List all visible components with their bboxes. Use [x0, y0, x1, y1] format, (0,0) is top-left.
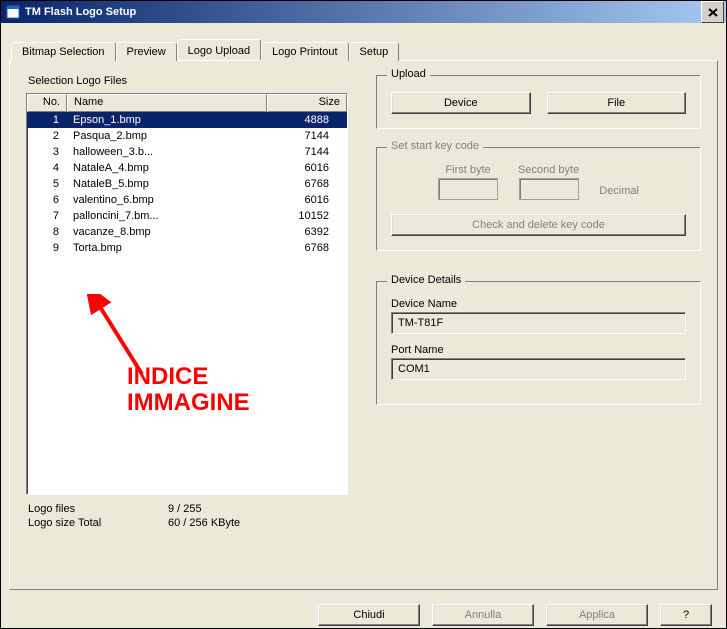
second-byte-input [519, 178, 579, 200]
cell-no: 4 [27, 160, 67, 176]
cell-name: palloncini_7.bm... [67, 208, 257, 224]
logo-file-list[interactable]: No. Name Size 1Epson_1.bmp48882Pasqua_2.… [26, 93, 348, 495]
col-no[interactable]: No. [27, 94, 67, 112]
apply-button: Applica [546, 604, 648, 626]
list-row[interactable]: 5NataleB_5.bmp6768 [27, 176, 347, 192]
list-row[interactable]: 3halloween_3.b...7144 [27, 144, 347, 160]
keycode-title: Set start key code [387, 140, 483, 152]
cell-name: valentino_6.bmp [67, 192, 257, 208]
cell-name: Pasqua_2.bmp [67, 128, 257, 144]
tab-panel: Selection Logo Files No. Name Size 1Epso… [9, 60, 718, 590]
cell-size: 10152 [257, 208, 337, 224]
list-row[interactable]: 9Torta.bmp6768 [27, 240, 347, 256]
device-details-groupbox: Device Details Device Name TM-T81F Port … [376, 281, 701, 405]
stats-total-label: Logo size Total [28, 517, 168, 529]
app-icon [5, 4, 21, 20]
cell-size: 6768 [257, 176, 337, 192]
cell-name: NataleB_5.bmp [67, 176, 257, 192]
list-row[interactable]: 4NataleA_4.bmp6016 [27, 160, 347, 176]
cell-name: Epson_1.bmp [67, 112, 257, 128]
port-name-label: Port Name [391, 344, 686, 356]
footer: Chiudi Annulla Applica ? [1, 598, 726, 629]
cell-no: 7 [27, 208, 67, 224]
device-name-label: Device Name [391, 298, 686, 310]
tab-logo-upload[interactable]: Logo Upload [177, 39, 261, 60]
cell-no: 8 [27, 224, 67, 240]
list-header: No. Name Size [27, 94, 347, 112]
cell-size: 6392 [257, 224, 337, 240]
first-byte-input [438, 178, 498, 200]
port-name-value: COM1 [391, 358, 686, 380]
cell-no: 5 [27, 176, 67, 192]
cell-size: 6016 [257, 192, 337, 208]
stats-total-value: 60 / 256 KByte [168, 517, 240, 529]
list-row[interactable]: 7palloncini_7.bm...10152 [27, 208, 347, 224]
cell-no: 3 [27, 144, 67, 160]
cell-name: NataleA_4.bmp [67, 160, 257, 176]
list-body: 1Epson_1.bmp48882Pasqua_2.bmp71443hallow… [27, 112, 347, 256]
decimal-label: Decimal [599, 185, 639, 197]
device-name-value: TM-T81F [391, 312, 686, 334]
annotation-arrow-icon [87, 294, 167, 384]
check-delete-keycode-button: Check and delete key code [391, 214, 686, 236]
window-title: TM Flash Logo Setup [25, 6, 701, 18]
upload-groupbox: Upload Device File [376, 75, 701, 129]
cell-name: vacanze_8.bmp [67, 224, 257, 240]
stats-files-label: Logo files [28, 503, 168, 515]
left-column: Selection Logo Files No. Name Size 1Epso… [26, 75, 356, 573]
cell-no: 6 [27, 192, 67, 208]
cell-size: 4888 [257, 112, 337, 128]
close-button[interactable] [701, 1, 724, 23]
cell-no: 2 [27, 128, 67, 144]
tab-logo-printout[interactable]: Logo Printout [261, 42, 348, 61]
titlebar: TM Flash Logo Setup [1, 1, 726, 23]
cell-size: 6768 [257, 240, 337, 256]
cell-size: 6016 [257, 160, 337, 176]
list-row[interactable]: 6valentino_6.bmp6016 [27, 192, 347, 208]
cell-name: halloween_3.b... [67, 144, 257, 160]
annotation-text: INDICE IMMAGINE [127, 364, 250, 417]
col-size[interactable]: Size [267, 94, 347, 112]
upload-file-button[interactable]: File [547, 92, 687, 114]
help-button[interactable]: ? [660, 604, 712, 626]
right-column: Upload Device File Set start key code Fi… [376, 75, 701, 573]
list-row[interactable]: 2Pasqua_2.bmp7144 [27, 128, 347, 144]
selection-label: Selection Logo Files [28, 75, 356, 87]
stats-files-value: 9 / 255 [168, 503, 202, 515]
upload-title: Upload [387, 68, 430, 80]
cancel-button: Annulla [432, 604, 534, 626]
list-row[interactable]: 1Epson_1.bmp4888 [27, 112, 347, 128]
close-dialog-button[interactable]: Chiudi [318, 604, 420, 626]
first-byte-label: First byte [445, 164, 490, 176]
main-window: TM Flash Logo Setup Bitmap Selection Pre… [0, 0, 727, 629]
cell-size: 7144 [257, 128, 337, 144]
tab-preview[interactable]: Preview [116, 42, 177, 61]
cell-size: 7144 [257, 144, 337, 160]
cell-name: Torta.bmp [67, 240, 257, 256]
client-area: Bitmap Selection Preview Logo Upload Log… [1, 23, 726, 598]
cell-no: 9 [27, 240, 67, 256]
col-name[interactable]: Name [67, 94, 267, 112]
tabstrip: Bitmap Selection Preview Logo Upload Log… [11, 39, 718, 60]
tab-setup[interactable]: Setup [349, 42, 400, 61]
stats: Logo files 9 / 255 Logo size Total 60 / … [28, 503, 356, 529]
device-details-title: Device Details [387, 274, 465, 286]
keycode-groupbox: Set start key code First byte Second byt… [376, 147, 701, 251]
list-row[interactable]: 8vacanze_8.bmp6392 [27, 224, 347, 240]
tab-bitmap-selection[interactable]: Bitmap Selection [11, 42, 116, 61]
cell-no: 1 [27, 112, 67, 128]
upload-device-button[interactable]: Device [391, 92, 531, 114]
second-byte-label: Second byte [518, 164, 579, 176]
